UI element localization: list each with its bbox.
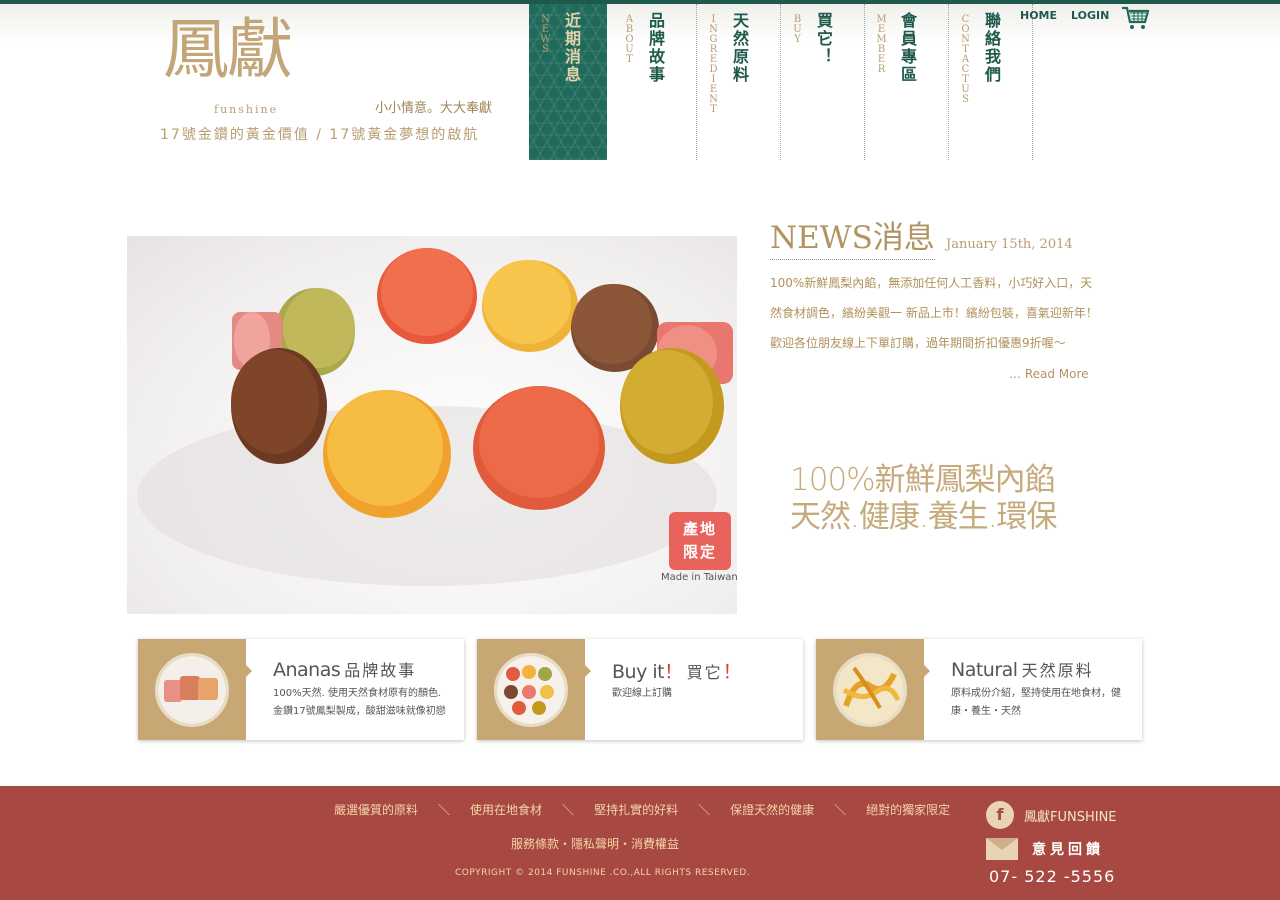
footer-separator: ＼: [562, 803, 575, 817]
nav-item-label: 會員專區: [898, 12, 917, 84]
card-thumbnail: [155, 653, 229, 727]
nav-item-member[interactable]: MEMBER 會員專區: [865, 4, 949, 160]
brand-logo-english: funshine: [214, 103, 279, 116]
footer-link-local[interactable]: 使用在地食材: [470, 801, 542, 818]
nav-item-ingredient[interactable]: INGREDIENT 天然原料: [697, 4, 781, 160]
nav-item-label: 買它！: [814, 12, 833, 66]
tagline-line-2: 天然.健康.養生.環保: [790, 499, 1058, 535]
card-description: 原料成份介紹，堅持使用在地食材，健康・養生・天然: [951, 688, 1121, 717]
card-title: Ananas 品牌故事: [273, 657, 416, 681]
phone-number: 07- 522 -5556: [989, 867, 1116, 886]
card-description: 歡迎線上訂購: [612, 688, 672, 699]
cake-red-front: [473, 386, 605, 510]
footer-link-solid[interactable]: 堅持扎實的好料: [594, 801, 678, 818]
nav-item-buy[interactable]: BUY 買它！: [781, 4, 865, 160]
news-date: January 15th, 2014: [946, 237, 1073, 252]
tagline-line-1: 100%新鮮鳳梨內餡: [790, 462, 1056, 498]
stamp-line-2: 限定: [682, 543, 717, 561]
product-tagline: 100%新鮮鳳梨內餡 天然.健康.養生.環保: [790, 462, 1058, 536]
made-in-label: Made in Taiwan: [661, 572, 738, 583]
origin-stamp: 產地 限定: [669, 512, 731, 570]
feedback-label: 意見回饋: [1032, 842, 1104, 858]
nav-item-label-en: BUY: [792, 14, 803, 44]
nav-item-label-en: CONTACTUS: [960, 14, 971, 104]
nav-item-contact[interactable]: CONTACTUS 聯絡我們: [949, 4, 1033, 160]
card-buy-it[interactable]: Buy it！ 買它！ 歡迎線上訂購: [477, 639, 803, 740]
card-title-en: Buy it: [612, 661, 665, 683]
card-title-en: Natural: [951, 659, 1018, 681]
hero-product-image: [127, 236, 737, 614]
card-title: Natural 天然原料: [951, 657, 1094, 681]
card-title-en: Ananas: [273, 659, 341, 681]
read-more-link[interactable]: … Read More: [1009, 367, 1089, 381]
nav-item-label-en: INGREDIENT: [708, 14, 719, 114]
cake-yellow-front: [323, 390, 451, 518]
facebook-label: 鳳獻FUNSHINE: [1024, 809, 1117, 825]
shopping-cart-icon[interactable]: [1121, 6, 1149, 30]
card-thumbnail: [833, 653, 907, 727]
nav-item-label: 天然原料: [730, 12, 749, 84]
cake-orange-top: [377, 248, 477, 344]
footer-link-quality[interactable]: 嚴選優質的原料: [334, 801, 418, 818]
copyright: COPYRIGHT © 2014 FUNSHINE .CO.,ALL RIGHT…: [455, 868, 751, 878]
card-brand-story[interactable]: Ananas 品牌故事 100%天然. 使用天然食材原有的顏色. 金鑽17號鳳梨製…: [138, 639, 464, 740]
nav-item-label: 近期消息: [562, 12, 581, 84]
footer-separator: ＼: [834, 803, 847, 817]
facebook-icon: f: [986, 801, 1014, 829]
mail-icon: [986, 838, 1018, 860]
card-image-panel: [138, 639, 252, 740]
footer-policy-links[interactable]: 服務條款・隱私聲明・消費權益: [511, 835, 679, 852]
news-body: 100%新鮮鳳梨內餡，無添加任何人工香料，小巧好入口，天然食材調色，繽紛美觀一 …: [770, 276, 1098, 350]
nav-item-news[interactable]: NEWS 近期消息: [529, 4, 607, 160]
footer-link-healthy[interactable]: 保證天然的健康: [730, 801, 814, 818]
nav-item-about[interactable]: ABOUT 品牌故事: [613, 4, 697, 160]
card-title-cn: 天然原料: [1021, 661, 1094, 680]
footer-link-exclusive[interactable]: 絕對的獨家限定: [866, 801, 950, 818]
login-link[interactable]: LOGIN: [1071, 9, 1109, 22]
card-description: 100%天然. 使用天然食材原有的顏色. 金鑽17號鳳梨製成，酸甜滋味就像初戀: [273, 688, 446, 717]
card-title-cn: 買它: [686, 663, 723, 682]
brand-slogan-short: 小小情意。大大奉獻: [375, 101, 493, 116]
card-title-exclaim-2: ！: [722, 661, 742, 683]
cake-brown-left: [231, 348, 327, 464]
card-natural[interactable]: Natural 天然原料 原料成份介紹，堅持使用在地食材，健康・養生・天然: [816, 639, 1142, 740]
card-image-panel: [816, 639, 930, 740]
cake-mustard-right: [620, 348, 724, 464]
nav-item-label: 聯絡我們: [982, 12, 1001, 84]
footer-separator: ＼: [698, 803, 711, 817]
feedback-link[interactable]: 意見回饋: [986, 838, 1104, 860]
nav-item-label-en: ABOUT: [624, 14, 635, 64]
nav-item-label-en: MEMBER: [876, 14, 887, 74]
card-image-panel: [477, 639, 591, 740]
cake-yellow-top: [482, 260, 578, 352]
nav-item-label-en: NEWS: [540, 14, 551, 54]
brand-logo[interactable]: 鳳獻: [163, 10, 293, 90]
footer-separator: ＼: [438, 803, 451, 817]
nav-item-label: 品牌故事: [646, 12, 665, 84]
pineapple-cakes-photo: [137, 248, 733, 586]
facebook-link[interactable]: f 鳳獻FUNSHINE: [986, 801, 1117, 829]
top-links: HOME LOGIN: [1020, 9, 1109, 22]
news-title: NEWS消息: [770, 212, 935, 260]
card-thumbnail: [494, 653, 568, 727]
card-title-cn: 品牌故事: [344, 661, 417, 680]
brand-slogan-long: 17號金鑽的黃金價值 / 17號黃金夢想的啟航: [160, 127, 480, 143]
footer-links: 嚴選優質的原料 ＼ 使用在地食材 ＼ 堅持扎實的好料 ＼ 保證天然的健康 ＼ 絕…: [334, 801, 950, 818]
home-link[interactable]: HOME: [1020, 9, 1057, 22]
card-title-exclaim: ！: [664, 661, 683, 683]
card-title: Buy it！ 買它！: [612, 657, 742, 684]
main-nav: NEWS 近期消息 ABOUT 品牌故事 INGREDIENT 天然原料 BUY…: [529, 4, 1033, 160]
stamp-line-1: 產地: [682, 520, 717, 538]
